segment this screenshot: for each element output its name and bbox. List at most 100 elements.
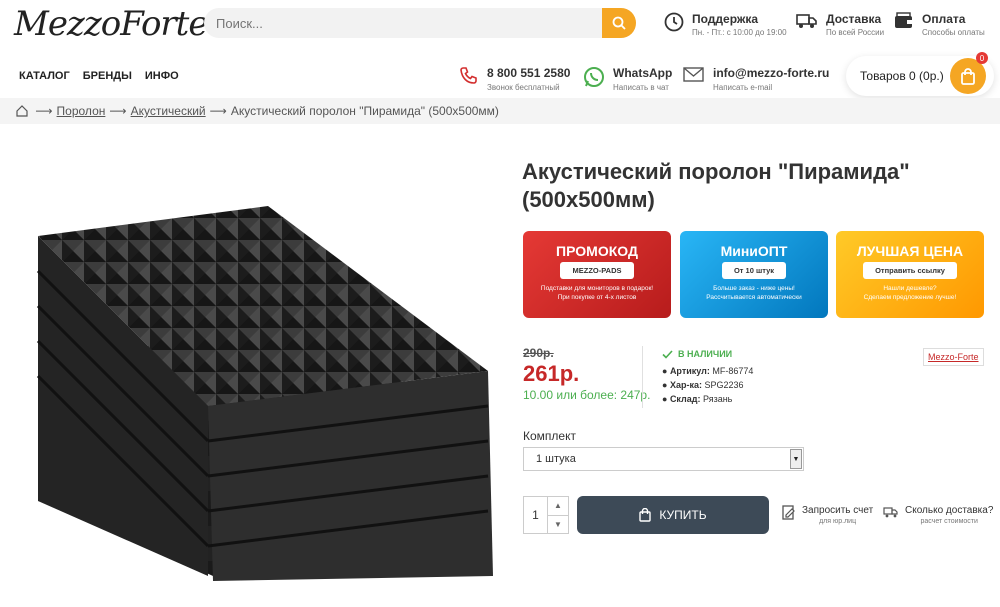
buy-label: КУПИТЬ bbox=[659, 508, 707, 522]
payment-title: Оплата bbox=[922, 12, 966, 26]
email-contact[interactable]: info@mezzo-forte.ru Написать e-mail bbox=[683, 66, 829, 92]
sku-label: Артикул: bbox=[669, 366, 710, 376]
kit-select[interactable]: 1 штука ▼ bbox=[523, 447, 804, 471]
breadcrumb-separator: ⟶ bbox=[32, 104, 53, 118]
home-icon[interactable] bbox=[16, 105, 28, 117]
invoice-title: Запросить счет bbox=[802, 505, 874, 516]
payment-sub: Способы оплаты bbox=[922, 28, 985, 37]
phone-contact[interactable]: 8 800 551 2580 Звонок бесплатный bbox=[459, 66, 570, 92]
checkmark-icon bbox=[662, 349, 673, 359]
nav-item-brands[interactable]: БРЕНДЫ bbox=[83, 70, 132, 82]
kit-label: Комплект bbox=[523, 429, 576, 443]
nav-item-info[interactable]: ИНФО bbox=[145, 70, 179, 82]
breadcrumb-separator: ⟶ bbox=[209, 104, 227, 118]
char-label: Хар-ка: bbox=[669, 380, 702, 390]
cart-summary: Товаров 0 (0р.) bbox=[860, 69, 944, 83]
current-price: 261р. bbox=[523, 361, 580, 386]
kit-selected-value: 1 штука bbox=[536, 453, 576, 465]
promo-card-best-price[interactable]: ЛУЧШАЯ ЦЕНА Отправить ссылку Нашли дешев… bbox=[836, 231, 984, 318]
quantity-value[interactable]: 1 bbox=[524, 497, 548, 533]
delivery-cost-title: Сколько доставка? bbox=[905, 505, 994, 516]
breadcrumb: ⟶ Поролон ⟶ Акустический ⟶ Акустический … bbox=[0, 98, 1000, 124]
breadcrumb-foam[interactable]: Поролон bbox=[57, 104, 106, 118]
promo-card-promocode[interactable]: ПРОМОКОД MEZZO-PADS Подставки для монито… bbox=[523, 231, 671, 318]
search-button[interactable] bbox=[602, 8, 636, 38]
product-title-line-1: Акустический поролон "Пирамида" bbox=[522, 159, 910, 184]
chevron-down-icon[interactable]: ▼ bbox=[790, 449, 802, 469]
warehouse-label: Склад: bbox=[669, 394, 701, 404]
delivery-sub: По всей России bbox=[826, 28, 885, 37]
promo-title: ПРОМОКОД bbox=[556, 243, 638, 259]
shopping-bag-icon bbox=[639, 508, 652, 522]
request-invoice-link[interactable]: Запросить счет для юр.лиц bbox=[782, 505, 873, 525]
quantity-increase-button[interactable]: ▲ bbox=[548, 497, 568, 516]
spec-warehouse: ● Склад: Рязань bbox=[662, 394, 733, 404]
cart-count-badge: 0 bbox=[976, 52, 988, 64]
promo-sub-1: Больше заказ - ниже цены! bbox=[713, 285, 795, 292]
char-value: SPG2236 bbox=[704, 380, 744, 390]
payment-link[interactable]: Оплата Способы оплаты bbox=[894, 12, 985, 37]
breadcrumb-separator: ⟶ bbox=[109, 104, 127, 118]
truck-icon bbox=[883, 507, 898, 518]
buy-button[interactable]: КУПИТЬ bbox=[577, 496, 769, 534]
support-hours: Пн. - Пт.: с 10:00 до 19:00 bbox=[692, 28, 787, 37]
send-link-button[interactable]: Отправить ссылку bbox=[863, 262, 957, 279]
breadcrumb-current: Акустический поролон "Пирамида" (500х500… bbox=[230, 104, 499, 118]
truck-icon bbox=[796, 14, 817, 28]
promo-sub-1: Подставки для мониторов в подарок! bbox=[540, 285, 654, 292]
stock-label: В НАЛИЧИИ bbox=[678, 349, 733, 359]
cart-widget[interactable]: Товаров 0 (0р.) 0 bbox=[846, 52, 994, 96]
quantity-decrease-button[interactable]: ▼ bbox=[548, 516, 568, 534]
site-logo[interactable]: MezzoForte bbox=[14, 4, 208, 44]
spec-sku: ● Артикул: MF-86774 bbox=[662, 366, 754, 376]
product-image[interactable] bbox=[18, 196, 496, 606]
promo-title: ЛУЧШАЯ ЦЕНА bbox=[856, 243, 964, 259]
search-icon bbox=[612, 16, 626, 30]
whatsapp-sub: Написать в чат bbox=[613, 83, 669, 92]
quantity-stepper[interactable]: 1 ▲ ▼ bbox=[523, 496, 569, 534]
promo-sub-2: Рассчитывается автоматически bbox=[706, 294, 802, 301]
foam-stack bbox=[36, 206, 493, 581]
clock-icon bbox=[664, 12, 684, 32]
whatsapp-icon bbox=[584, 67, 604, 87]
warehouse-value: Рязань bbox=[703, 394, 733, 404]
bulk-price: 10.00 или более: 247р. bbox=[523, 388, 651, 402]
promo-sub-2: При покупке от 4-х листов bbox=[557, 294, 637, 301]
stock-status: В НАЛИЧИИ bbox=[662, 349, 732, 359]
nav-item-catalog[interactable]: КАТАЛОГ bbox=[19, 70, 70, 82]
phone-icon bbox=[460, 67, 477, 84]
phone-number: 8 800 551 2580 bbox=[487, 66, 571, 80]
delivery-link[interactable]: Доставка По всей России bbox=[796, 12, 884, 37]
promo-sub-1: Нашли дешевле? bbox=[883, 285, 937, 292]
sku-value: MF-86774 bbox=[712, 366, 754, 376]
support-link[interactable]: Поддержка Пн. - Пт.: с 10:00 до 19:00 bbox=[664, 12, 787, 37]
delivery-cost-sub: расчет стоимости bbox=[920, 518, 978, 525]
search-input[interactable] bbox=[204, 15, 602, 31]
support-title: Поддержка bbox=[692, 12, 759, 26]
spec-char: ● Хар-ка: SPG2236 bbox=[662, 380, 744, 390]
shopping-bag-icon bbox=[961, 68, 975, 85]
product-title-line-2: (500х500мм) bbox=[522, 187, 655, 212]
search-bar bbox=[204, 8, 636, 38]
promo-title: МиниОПТ bbox=[720, 243, 788, 259]
divider bbox=[642, 346, 643, 408]
email-sub: Написать e-mail bbox=[713, 83, 773, 92]
breadcrumb-acoustic[interactable]: Акустический bbox=[131, 104, 206, 118]
whatsapp-contact[interactable]: WhatsApp Написать в чат bbox=[583, 66, 672, 92]
whatsapp-title: WhatsApp bbox=[613, 66, 673, 80]
promo-code-pill[interactable]: MEZZO-PADS bbox=[560, 262, 634, 279]
promo-pill[interactable]: От 10 штук bbox=[721, 262, 787, 279]
invoice-sub: для юр.лиц bbox=[819, 518, 857, 525]
invoice-icon bbox=[782, 505, 795, 520]
mail-icon bbox=[683, 67, 704, 82]
phone-sub: Звонок бесплатный bbox=[487, 83, 560, 92]
main-nav: КАТАЛОГ БРЕНДЫ ИНФО bbox=[19, 70, 179, 82]
wallet-icon bbox=[895, 12, 912, 28]
product-title: Акустический поролон "Пирамида" (500х500… bbox=[522, 158, 962, 214]
brand-link[interactable]: Mezzo-Forte bbox=[923, 348, 984, 366]
promo-sub-2: Сделаем предложение лучше! bbox=[863, 294, 957, 301]
delivery-cost-link[interactable]: Сколько доставка? расчет стоимости bbox=[883, 505, 993, 525]
old-price: 290р. bbox=[523, 346, 554, 360]
promo-card-miniopt[interactable]: МиниОПТ От 10 штук Больше заказ - ниже ц… bbox=[680, 231, 828, 318]
email-address: info@mezzo-forte.ru bbox=[713, 66, 830, 80]
